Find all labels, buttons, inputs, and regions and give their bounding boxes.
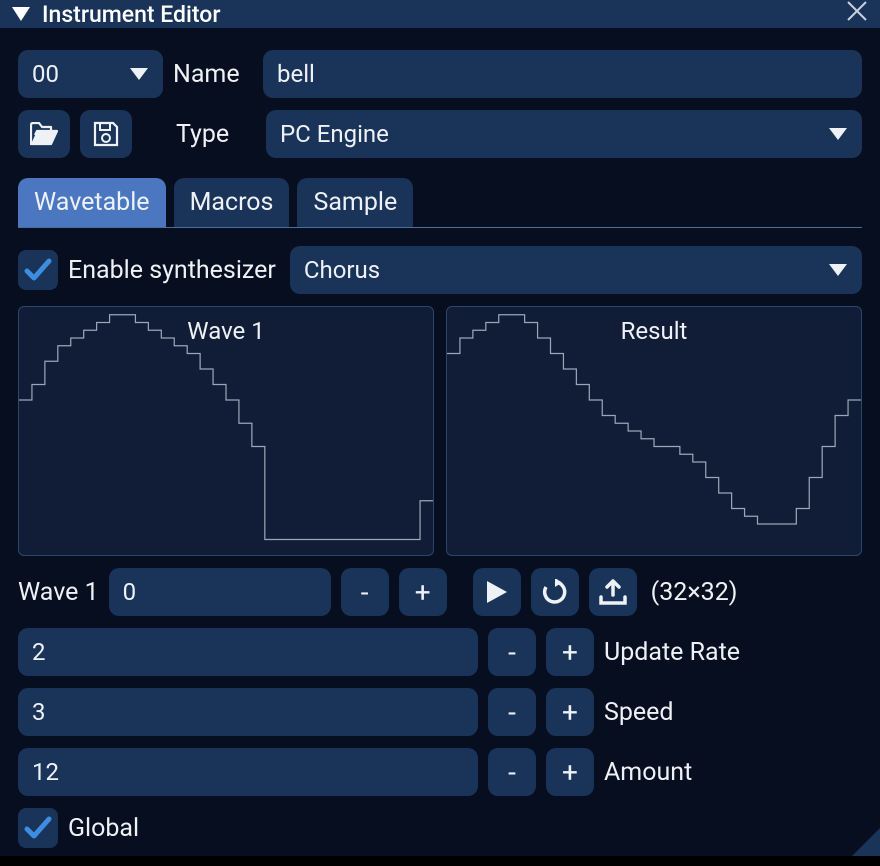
speed-minus-button[interactable]: -: [488, 688, 536, 736]
wave1-panel[interactable]: Wave 1: [18, 306, 434, 556]
reload-icon: [542, 579, 568, 605]
result-panel[interactable]: Result: [446, 306, 862, 556]
window-title: Instrument Editor: [42, 1, 220, 28]
collapse-icon[interactable]: [12, 7, 30, 21]
wave-index-plus-button[interactable]: +: [399, 568, 447, 616]
tab-wavetable[interactable]: Wavetable: [18, 178, 166, 227]
wave-index-input[interactable]: [109, 568, 331, 616]
wave-index-field[interactable]: [123, 578, 317, 606]
chevron-down-icon: [814, 110, 862, 158]
wave-select-label: Wave 1: [18, 578, 99, 607]
upload-button[interactable]: [589, 568, 637, 616]
wave1-panel-title: Wave 1: [187, 317, 264, 345]
amount-plus-button[interactable]: +: [546, 748, 594, 796]
tab-macros[interactable]: Macros: [174, 178, 290, 227]
amount-input[interactable]: [18, 748, 478, 796]
global-label: Global: [68, 814, 139, 843]
save-icon: [93, 121, 119, 147]
reload-button[interactable]: [531, 568, 579, 616]
speed-input[interactable]: [18, 688, 478, 736]
type-label: Type: [176, 120, 256, 149]
open-button[interactable]: [18, 110, 70, 158]
type-value: PC Engine: [280, 120, 389, 148]
close-icon[interactable]: [846, 0, 868, 28]
speed-plus-button[interactable]: +: [546, 688, 594, 736]
check-icon: [24, 258, 52, 282]
chevron-down-icon: [814, 246, 862, 294]
chevron-down-icon: [115, 50, 163, 98]
update-rate-label: Update Rate: [604, 638, 740, 667]
play-button[interactable]: [473, 568, 521, 616]
name-input-field[interactable]: [277, 60, 848, 88]
update-rate-input[interactable]: [18, 628, 478, 676]
tab-sample[interactable]: Sample: [297, 178, 413, 227]
upload-icon: [599, 579, 627, 605]
titlebar: Instrument Editor: [0, 0, 880, 28]
update-rate-field[interactable]: [32, 638, 464, 666]
resize-grip-icon[interactable]: [852, 828, 880, 856]
check-icon: [24, 816, 52, 840]
name-input[interactable]: [263, 50, 862, 98]
synth-mode-select[interactable]: Chorus: [290, 246, 862, 294]
save-button[interactable]: [80, 110, 132, 158]
name-label: Name: [173, 60, 253, 89]
update-rate-minus-button[interactable]: -: [488, 628, 536, 676]
instrument-number-select[interactable]: 00: [18, 50, 163, 98]
play-icon: [487, 581, 507, 603]
wave-dimensions: (32×32): [651, 578, 738, 607]
speed-field[interactable]: [32, 698, 464, 726]
speed-label: Speed: [604, 698, 674, 727]
instrument-editor-window: Instrument Editor 00 Name: [0, 0, 880, 856]
result-panel-title: Result: [621, 317, 688, 345]
amount-minus-button[interactable]: -: [488, 748, 536, 796]
folder-open-icon: [30, 122, 58, 146]
synth-mode-value: Chorus: [304, 256, 380, 284]
update-rate-plus-button[interactable]: +: [546, 628, 594, 676]
amount-label: Amount: [604, 758, 692, 787]
enable-synth-checkbox[interactable]: [18, 250, 58, 290]
tabs: Wavetable Macros Sample: [18, 178, 862, 228]
amount-field[interactable]: [32, 758, 464, 786]
instrument-number-value: 00: [32, 60, 59, 88]
enable-synth-label: Enable synthesizer: [68, 256, 276, 285]
wave-index-minus-button[interactable]: -: [341, 568, 389, 616]
global-checkbox[interactable]: [18, 808, 58, 848]
type-select[interactable]: PC Engine: [266, 110, 862, 158]
